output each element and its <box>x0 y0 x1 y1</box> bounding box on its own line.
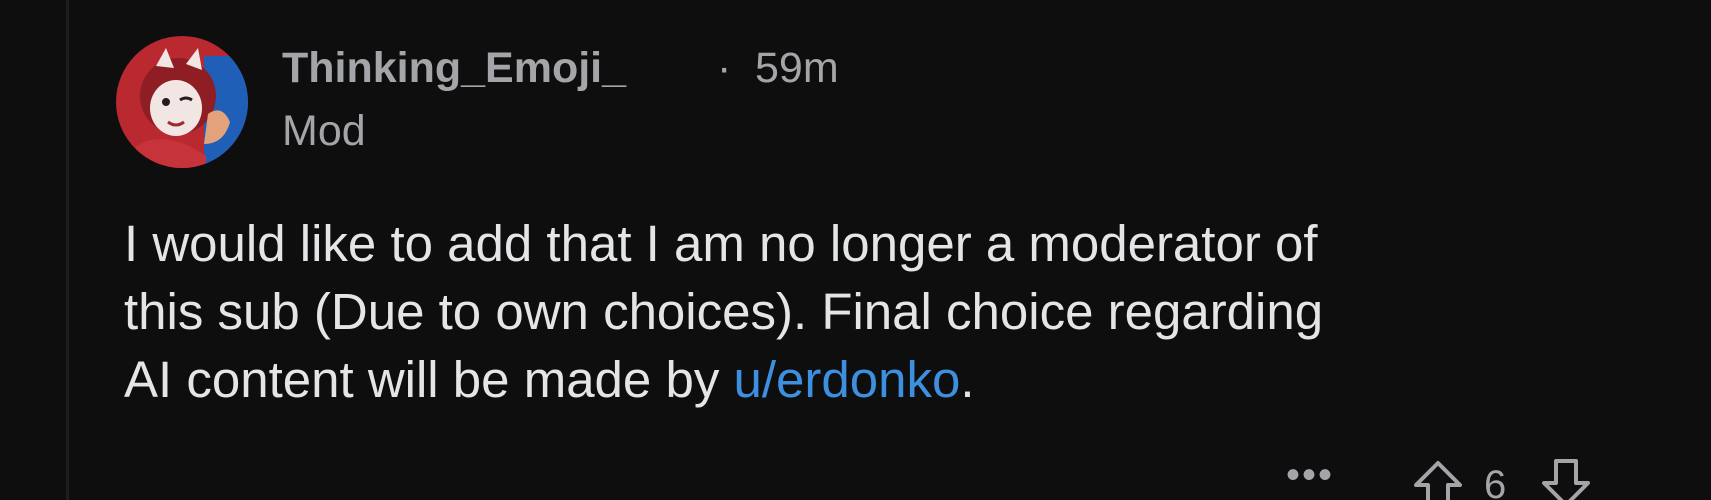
user-avatar[interactable] <box>116 36 248 168</box>
comment-timestamp: 59m <box>755 44 839 92</box>
comment-body-line: this sub (Due to own choices). Final cho… <box>124 283 1324 340</box>
comment-body-text: AI content will be made by <box>124 351 734 408</box>
upvote-arrow-icon[interactable] <box>1412 459 1464 500</box>
user-flair: Mod <box>282 107 366 155</box>
comment-body: I would like to add that I am no longer … <box>124 210 1664 414</box>
comment-author[interactable]: Thinking_Emoji_ <box>282 44 626 93</box>
more-options-icon[interactable]: ••• <box>1286 455 1334 495</box>
user-mention-link[interactable]: u/erdonko <box>734 351 961 408</box>
comment-body-line: I would like to add that I am no longer … <box>124 215 1318 272</box>
thread-line[interactable] <box>66 0 69 500</box>
comment-body-line: AI content will be made by u/erdonko. <box>124 346 1664 414</box>
meta-separator: · <box>717 44 732 92</box>
downvote-arrow-icon[interactable] <box>1540 459 1592 500</box>
avatar-image <box>116 36 248 168</box>
comment-body-text: . <box>960 351 975 408</box>
comment-view: Thinking_Emoji_ · 59m Mod I would like t… <box>0 0 1711 500</box>
vote-score: 6 <box>1484 463 1507 500</box>
